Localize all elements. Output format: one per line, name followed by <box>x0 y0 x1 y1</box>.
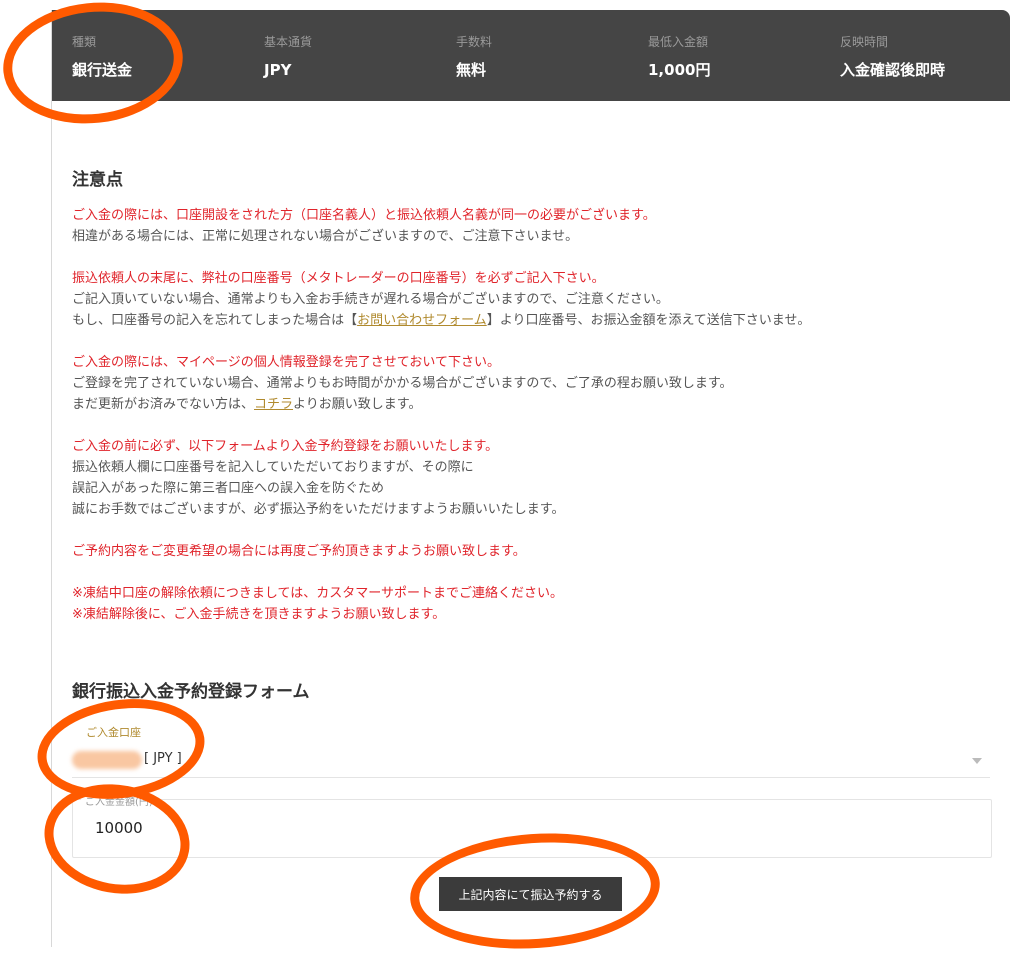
header-value: 銀行送金 <box>72 61 133 79</box>
note-line: ご登録を完了されていない場合、通常よりもお時間がかかる場合がございますので、ご了… <box>72 376 733 391</box>
profile-update-link[interactable]: コチラ <box>254 397 293 412</box>
form-title: 銀行振込入金予約登録フォーム <box>72 682 310 702</box>
note-paragraph: ご入金の際には、マイページの個人情報登録を完了させておいて下さい。 ご登録を完了… <box>72 352 972 415</box>
header-col-reflect-time: 反映時間 入金確認後即時 <box>840 34 945 80</box>
note-line: もし、口座番号の記入を忘れてしまった場合は【お問い合わせフォーム】より口座番号、… <box>72 310 972 331</box>
header-label: 手数料 <box>456 35 493 49</box>
header-label: 種類 <box>72 35 97 49</box>
note-line: 誤記入があった際に第三者口座への誤入金を防ぐため <box>72 481 385 496</box>
method-summary-header: 種類 銀行送金 基本通貨 JPY 手数料 無料 最低入金額 1,000円 反映時… <box>52 10 1010 101</box>
header-value: 無料 <box>456 61 487 79</box>
notes-title: 注意点 <box>72 170 123 190</box>
header-col-type: 種類 銀行送金 <box>72 34 132 80</box>
note-line: ご入金の際には、口座開設をされた方（口座名義人）と振込依頼人名義が同一の必要がご… <box>72 208 656 223</box>
note-paragraph: 振込依頼人の末尾に、弊社の口座番号（メタトレーダーの口座番号）を必ずご記入下さい… <box>72 268 972 331</box>
submit-reservation-button[interactable]: 上記内容にて振込予約する <box>439 877 622 911</box>
note-text: 】より口座番号、お振込金額を添えて送信下さいませ。 <box>486 313 811 328</box>
note-line: ご入金の前に必ず、以下フォームより入金予約登録をお願いいたします。 <box>72 439 499 454</box>
note-line: ご予約内容をご変更希望の場合には再度ご予約頂きますようお願い致します。 <box>72 544 526 559</box>
note-text: もし、口座番号の記入を忘れてしまった場合は【 <box>72 313 358 328</box>
amount-field[interactable]: ご入金金額(円) <box>72 793 992 858</box>
amount-input[interactable] <box>93 818 397 838</box>
header-label: 基本通貨 <box>264 35 313 49</box>
note-line: 相違がある場合には、正常に処理されない場合がございますので、ご注意下さいませ。 <box>72 229 579 244</box>
note-paragraph: ご入金の前に必ず、以下フォームより入金予約登録をお願いいたします。 振込依頼人欄… <box>72 436 972 520</box>
note-line: ご記入頂いていない場合、通常よりも入金お手続きが遅れる場合がございますので、ご注… <box>72 292 669 307</box>
header-col-fee: 手数料 無料 <box>456 34 492 80</box>
header-label: 反映時間 <box>840 35 889 49</box>
note-text: よりお願い致します。 <box>293 397 422 412</box>
account-select[interactable]: [ JPY ] <box>72 745 990 778</box>
note-line: 誠にお手数ではございますが、必ず振込予約をいただけますようお願いいたします。 <box>72 502 565 517</box>
note-line: 振込依頼人の末尾に、弊社の口座番号（メタトレーダーの口座番号）を必ずご記入下さい… <box>72 271 605 286</box>
note-paragraph: ご予約内容をご変更希望の場合には再度ご予約頂きますようお願い致します。 <box>72 541 972 562</box>
header-value: 入金確認後即時 <box>840 61 946 79</box>
chevron-down-icon[interactable] <box>972 758 982 764</box>
contact-form-link[interactable]: お問い合わせフォーム <box>357 313 487 328</box>
redacted-account-number <box>72 751 142 769</box>
header-value: 1,000円 <box>648 61 711 79</box>
header-label: 最低入金額 <box>648 35 709 49</box>
account-currency: [ JPY ] <box>144 751 182 766</box>
note-text: まだ更新がお済みでない方は、 <box>72 397 255 412</box>
amount-field-label: ご入金金額(円) <box>81 793 157 808</box>
note-line: ※凍結解除後に、ご入金手続きを頂きますようお願い致します。 <box>72 607 446 622</box>
note-paragraph: ご入金の際には、口座開設をされた方（口座名義人）と振込依頼人名義が同一の必要がご… <box>72 205 972 247</box>
notes-body: ご入金の際には、口座開設をされた方（口座名義人）と振込依頼人名義が同一の必要がご… <box>72 205 972 646</box>
header-col-currency: 基本通貨 JPY <box>264 34 312 80</box>
note-paragraph: ※凍結中口座の解除依頼につきましては、カスタマーサポートまでご連絡ください。 ※… <box>72 583 972 625</box>
deposit-card: 種類 銀行送金 基本通貨 JPY 手数料 無料 最低入金額 1,000円 反映時… <box>51 10 1010 947</box>
note-line: 振込依頼人欄に口座番号を記入していただいておりますが、その際に <box>72 460 474 475</box>
header-col-minimum: 最低入金額 1,000円 <box>648 34 710 80</box>
header-value: JPY <box>264 61 292 79</box>
note-line: ※凍結中口座の解除依頼につきましては、カスタマーサポートまでご連絡ください。 <box>72 586 563 601</box>
note-line: まだ更新がお済みでない方は、コチラよりお願い致します。 <box>72 394 972 415</box>
account-field-label: ご入金口座 <box>86 726 141 739</box>
note-line: ご入金の際には、マイページの個人情報登録を完了させておいて下さい。 <box>72 355 500 370</box>
